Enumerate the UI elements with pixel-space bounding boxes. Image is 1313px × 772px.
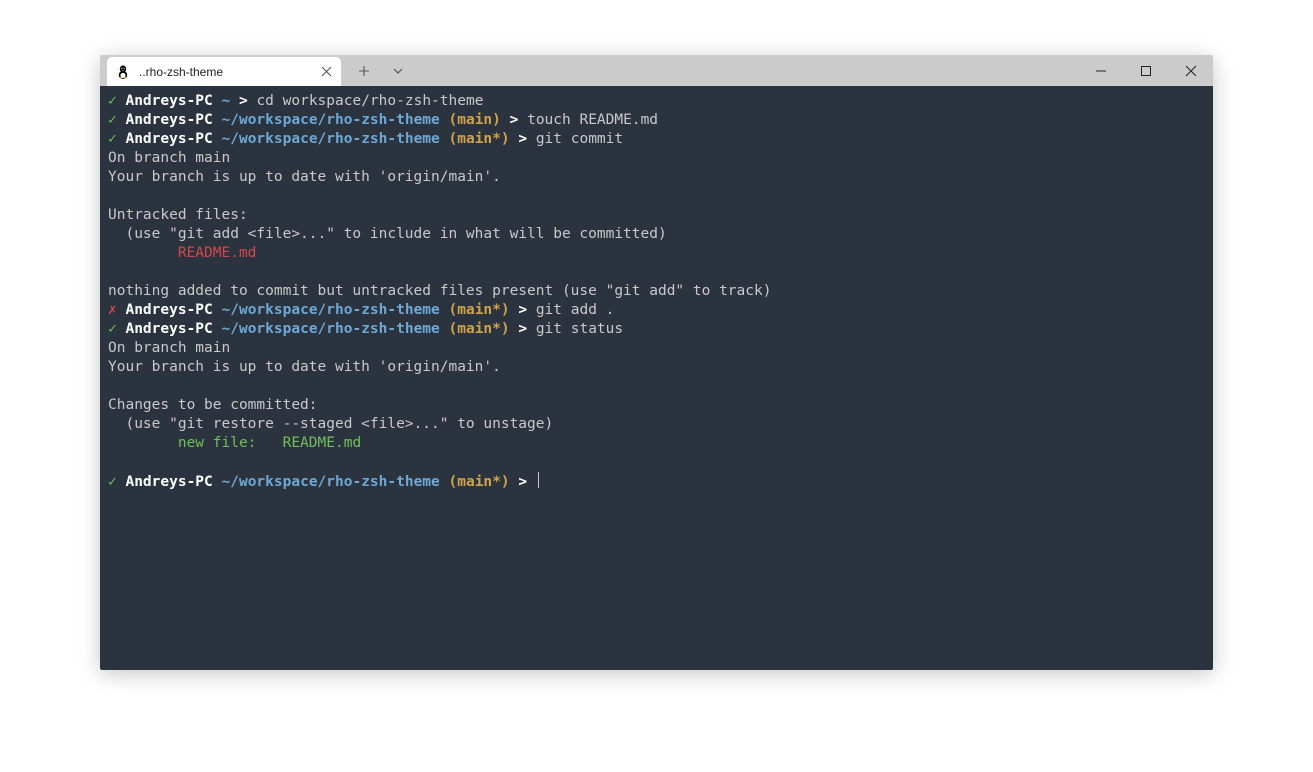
untracked-file: README.md — [178, 245, 257, 261]
prompt-sep: > — [239, 93, 248, 109]
prompt-path: ~/workspace/rho-zsh-theme — [222, 321, 440, 337]
git-branch: (main*) — [449, 474, 510, 490]
linux-tux-icon — [115, 64, 131, 80]
titlebar: ..rho-zsh-theme — [100, 55, 1213, 86]
output-line: Changes to be committed: — [108, 397, 318, 413]
output-line: On branch main — [108, 340, 230, 356]
prompt-path: ~/workspace/rho-zsh-theme — [222, 302, 440, 318]
status-ok-icon: ✓ — [108, 93, 117, 109]
prompt-host: Andreys-PC — [125, 131, 212, 147]
git-branch: (main*) — [449, 321, 510, 337]
tab-dropdown-button[interactable] — [381, 56, 415, 86]
prompt-path: ~/workspace/rho-zsh-theme — [222, 474, 440, 490]
output-line: nothing added to commit but untracked fi… — [108, 283, 771, 299]
tab-active[interactable]: ..rho-zsh-theme — [107, 57, 341, 86]
prompt-host: Andreys-PC — [125, 302, 212, 318]
status-ok-icon: ✓ — [108, 112, 117, 128]
terminal-body[interactable]: ✓ Andreys-PC ~ > cd workspace/rho-zsh-th… — [100, 86, 1213, 670]
prompt-host: Andreys-PC — [125, 321, 212, 337]
status-ok-icon: ✓ — [108, 474, 117, 490]
tab-close-icon[interactable] — [319, 65, 333, 79]
status-err-icon: ✗ — [108, 302, 117, 318]
prompt-host: Andreys-PC — [125, 112, 212, 128]
tab-title: ..rho-zsh-theme — [139, 65, 319, 79]
window-controls — [1078, 55, 1213, 86]
new-tab-button[interactable] — [347, 56, 381, 86]
output-pad — [108, 245, 178, 261]
cursor — [538, 472, 540, 488]
output-line: (use "git restore --staged <file>..." to… — [108, 416, 553, 432]
output-line: Your branch is up to date with 'origin/m… — [108, 169, 501, 185]
git-branch: (main*) — [449, 131, 510, 147]
prompt-sep: > — [518, 302, 527, 318]
output-line: (use "git add <file>..." to include in w… — [108, 226, 667, 242]
prompt-sep: > — [518, 321, 527, 337]
command-text: git add . — [536, 302, 615, 318]
staged-file: new file: README.md — [178, 435, 361, 451]
prompt-path: ~ — [222, 93, 231, 109]
status-ok-icon: ✓ — [108, 321, 117, 337]
output-line: Untracked files: — [108, 207, 248, 223]
command-text: cd workspace/rho-zsh-theme — [256, 93, 483, 109]
git-branch: (main*) — [449, 302, 510, 318]
prompt-host: Andreys-PC — [125, 474, 212, 490]
command-text: touch README.md — [527, 112, 658, 128]
terminal-window: ..rho-zsh-theme ✓ Andreys-PC ~ — [100, 55, 1213, 670]
output-line: Your branch is up to date with 'origin/m… — [108, 359, 501, 375]
output-line: On branch main — [108, 150, 230, 166]
close-button[interactable] — [1168, 55, 1213, 86]
titlebar-actions — [347, 55, 415, 86]
command-text: git status — [536, 321, 623, 337]
git-branch: (main) — [449, 112, 501, 128]
prompt-host: Andreys-PC — [125, 93, 212, 109]
command-text: git commit — [536, 131, 623, 147]
output-pad — [108, 435, 178, 451]
maximize-button[interactable] — [1123, 55, 1168, 86]
prompt-sep: > — [518, 131, 527, 147]
prompt-sep: > — [518, 474, 527, 490]
minimize-button[interactable] — [1078, 55, 1123, 86]
prompt-path: ~/workspace/rho-zsh-theme — [222, 112, 440, 128]
prompt-path: ~/workspace/rho-zsh-theme — [222, 131, 440, 147]
status-ok-icon: ✓ — [108, 131, 117, 147]
prompt-sep: > — [510, 112, 519, 128]
